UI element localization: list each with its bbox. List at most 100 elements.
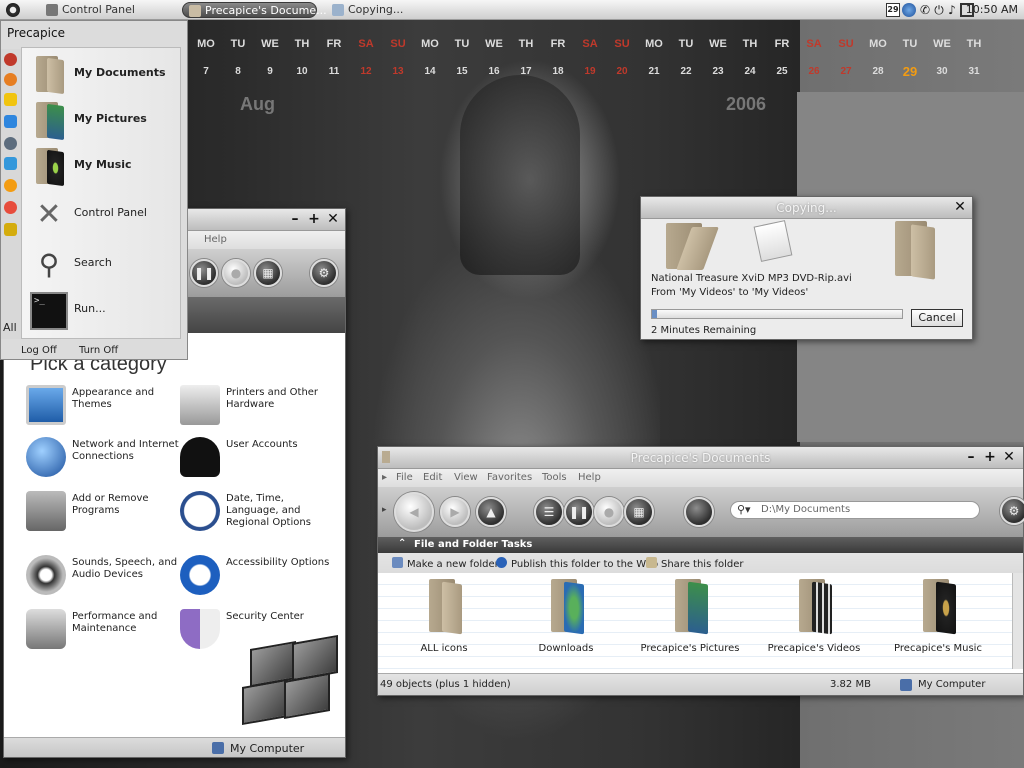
browser-icon[interactable] bbox=[4, 201, 17, 214]
category-sounds-speech-and-audio-devices[interactable]: Sounds, Speech, and Audio Devices bbox=[26, 555, 186, 599]
category-performance-and-maintenance[interactable]: Performance and Maintenance bbox=[26, 609, 186, 653]
start-item-control-panel[interactable]: ✕ Control Panel bbox=[26, 192, 178, 236]
calendar-date[interactable]: 26 bbox=[798, 66, 830, 77]
calendar-date[interactable]: 22 bbox=[670, 66, 702, 77]
opera-icon[interactable] bbox=[4, 53, 17, 66]
start-button[interactable] bbox=[6, 3, 20, 17]
clock[interactable]: 10:50 AM bbox=[966, 3, 1018, 16]
calendar-date[interactable]: 30 bbox=[926, 66, 958, 77]
address-bar[interactable]: ⚲▾ D:\My Documents bbox=[730, 501, 980, 519]
menu-tools[interactable]: Tools bbox=[542, 472, 567, 483]
forward-button[interactable]: ▶ bbox=[440, 497, 470, 527]
calendar-date[interactable]: 8 bbox=[222, 66, 254, 77]
search-icon[interactable] bbox=[902, 3, 916, 17]
calendar-date[interactable]: 16 bbox=[478, 66, 510, 77]
calendar-date[interactable]: 12 bbox=[350, 66, 382, 77]
thumbnails-button[interactable]: ▦ bbox=[624, 497, 654, 527]
calendar-date[interactable]: 9 bbox=[254, 66, 286, 77]
menu-help[interactable]: Help bbox=[578, 472, 601, 483]
calendar-date[interactable]: 13 bbox=[382, 66, 414, 77]
calendar-date[interactable]: 21 bbox=[638, 66, 670, 77]
category-add-or-remove-programs[interactable]: Add or Remove Programs bbox=[26, 491, 186, 535]
calendar-date[interactable]: 25 bbox=[766, 66, 798, 77]
volume-icon[interactable]: ♪ bbox=[945, 3, 959, 17]
network-icon[interactable]: ⏻ bbox=[932, 3, 946, 17]
list-view-button[interactable]: ☰ bbox=[534, 497, 564, 527]
calendar-date[interactable]: 17 bbox=[510, 66, 542, 77]
start-item-my-documents[interactable]: My Documents bbox=[26, 52, 178, 96]
file-item-pictures[interactable]: Precapice's Pictures bbox=[630, 579, 750, 663]
task-make-new-folder[interactable]: Make a new folder bbox=[392, 557, 499, 570]
taskbar-button-documents[interactable]: Precapice's Docume... bbox=[182, 2, 327, 18]
category-user-accounts[interactable]: User Accounts bbox=[180, 437, 340, 481]
settings-button[interactable]: ⚙ bbox=[310, 259, 338, 287]
cancel-button[interactable]: Cancel bbox=[911, 309, 963, 327]
category-appearance-and-themes[interactable]: Appearance and Themes bbox=[26, 385, 186, 429]
calendar-date[interactable]: 23 bbox=[702, 66, 734, 77]
close-button[interactable]: ✕ bbox=[326, 212, 340, 226]
calendar-date[interactable]: 14 bbox=[414, 66, 446, 77]
category-network-and-internet-connections[interactable]: Network and Internet Connections bbox=[26, 437, 186, 481]
calendar-date[interactable]: 15 bbox=[446, 66, 478, 77]
file-item-downloads[interactable]: Downloads bbox=[506, 579, 626, 663]
maximize-button[interactable]: + bbox=[307, 212, 321, 226]
copying-dialog-titlebar[interactable]: Copying... ✕ bbox=[641, 197, 972, 219]
start-item-my-pictures[interactable]: My Pictures bbox=[26, 98, 178, 142]
category-date-time-language-and-regional-options[interactable]: Date, Time, Language, and Regional Optio… bbox=[180, 491, 340, 535]
taskbar-button-control-panel[interactable]: Control Panel bbox=[40, 2, 143, 18]
minimize-button[interactable]: – bbox=[288, 212, 302, 226]
file-item-all-icons[interactable]: ALL icons bbox=[384, 579, 504, 663]
go-button[interactable] bbox=[684, 497, 714, 527]
minimize-button[interactable]: – bbox=[964, 450, 978, 464]
task-share-folder[interactable]: Share this folder bbox=[646, 557, 744, 570]
start-item-run[interactable]: >_ Run... bbox=[26, 288, 178, 332]
all-programs-button[interactable]: All bbox=[3, 321, 17, 334]
start-item-my-music[interactable]: My Music bbox=[26, 144, 178, 188]
views-button[interactable]: ❚❚ bbox=[190, 259, 218, 287]
menu-file[interactable]: File bbox=[396, 472, 413, 483]
vertical-scrollbar[interactable] bbox=[1012, 573, 1023, 669]
menu-help[interactable]: Help bbox=[204, 234, 227, 245]
category-printers-and-other-hardware[interactable]: Printers and Other Hardware bbox=[180, 385, 340, 429]
maximize-button[interactable]: + bbox=[983, 450, 997, 464]
file-item-videos[interactable]: Precapice's Videos bbox=[754, 579, 874, 663]
firefox-icon[interactable] bbox=[4, 73, 17, 86]
calendar-date[interactable]: 10 bbox=[286, 66, 318, 77]
back-button[interactable]: ◀ bbox=[394, 492, 434, 532]
calendar-date[interactable]: 19 bbox=[574, 66, 606, 77]
views-button[interactable]: ❚❚ bbox=[564, 497, 594, 527]
messenger-icon[interactable] bbox=[4, 115, 17, 128]
folders-button[interactable]: ● bbox=[222, 259, 250, 287]
menu-favorites[interactable]: Favorites bbox=[487, 472, 532, 483]
calendar-date[interactable]: 28 bbox=[862, 66, 894, 77]
start-item-search[interactable]: ⚲ Search bbox=[26, 242, 178, 286]
task-publish-folder[interactable]: Publish this folder to the Web bbox=[496, 557, 658, 570]
close-button[interactable]: ✕ bbox=[1002, 450, 1016, 464]
up-button[interactable]: ▲ bbox=[476, 497, 506, 527]
taskbar-button-copying[interactable]: Copying... bbox=[326, 2, 411, 18]
winamp-icon[interactable] bbox=[4, 179, 17, 192]
menu-edit[interactable]: Edit bbox=[423, 472, 442, 483]
thumbnails-button[interactable]: ▦ bbox=[254, 259, 282, 287]
calendar-date[interactable]: 11 bbox=[318, 66, 350, 77]
calendar-date[interactable]: 24 bbox=[734, 66, 766, 77]
media-icon[interactable] bbox=[4, 137, 17, 150]
folders-button[interactable]: ● bbox=[594, 497, 624, 527]
calendar-icon[interactable]: 29 bbox=[886, 3, 900, 17]
calendar-date[interactable]: 18 bbox=[542, 66, 574, 77]
calendar-date[interactable]: 27 bbox=[830, 66, 862, 77]
settings-button[interactable]: ⚙ bbox=[1000, 497, 1024, 525]
phone-icon[interactable]: ✆ bbox=[918, 3, 932, 17]
close-button[interactable]: ✕ bbox=[953, 200, 967, 214]
calendar-date[interactable]: 31 bbox=[958, 66, 990, 77]
app-icon[interactable] bbox=[4, 223, 17, 236]
notepad-icon[interactable] bbox=[4, 93, 17, 106]
turn-off-button[interactable]: Turn Off bbox=[79, 345, 118, 356]
category-accessibility-options[interactable]: Accessibility Options bbox=[180, 555, 340, 599]
internet-icon[interactable] bbox=[4, 157, 17, 170]
tasks-header[interactable]: ⌃ File and Folder Tasks bbox=[378, 537, 1023, 553]
calendar-date-today[interactable]: 29 bbox=[894, 64, 926, 79]
file-item-music[interactable]: Precapice's Music bbox=[878, 579, 998, 663]
calendar-date[interactable]: 7 bbox=[190, 66, 222, 77]
log-off-button[interactable]: Log Off bbox=[21, 345, 57, 356]
